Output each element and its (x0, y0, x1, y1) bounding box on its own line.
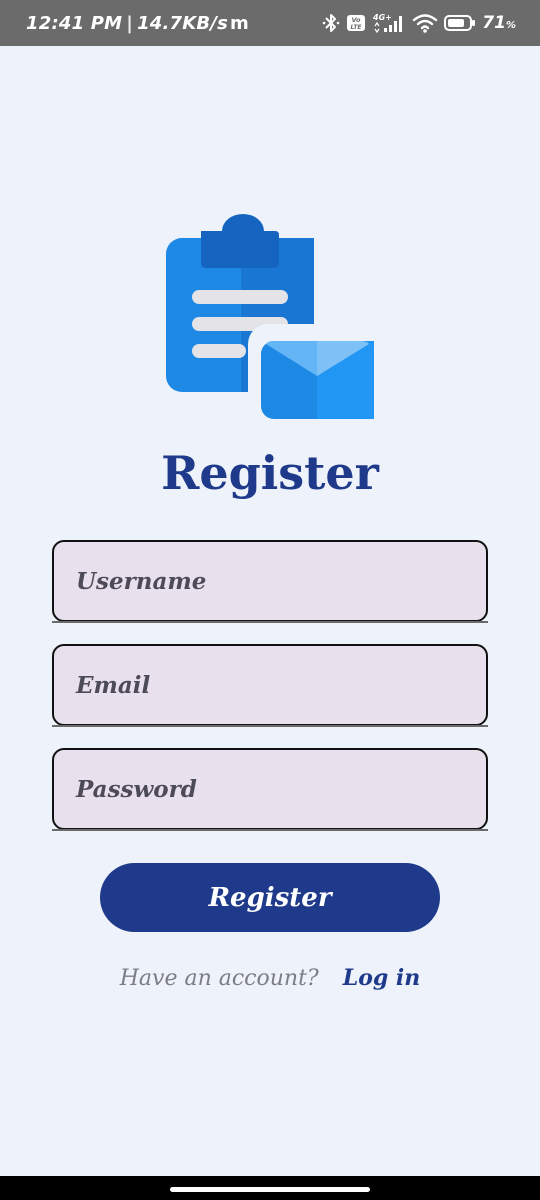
password-underline (52, 829, 488, 831)
status-right: Vo LTE 4G+ 71% (322, 12, 516, 34)
volte-label-bottom: LTE (351, 24, 363, 31)
clipboard-envelope-icon (166, 214, 375, 421)
battery-percentage: 71% (482, 13, 516, 33)
password-placeholder: Password (76, 775, 197, 803)
clipboard-line-1 (192, 290, 288, 304)
volte-label-top: Vo (352, 16, 362, 24)
clipboard-clip (201, 214, 279, 268)
home-gesture-handle[interactable] (170, 1187, 370, 1192)
clipboard-line-3 (192, 344, 246, 358)
account-prompt: Have an account? Log in (0, 960, 540, 997)
status-bar: 12:41 PM | 14.7KB/s m Vo LTE 4G+ 71% (0, 0, 540, 46)
battery-icon (444, 15, 476, 31)
battery-unit: % (505, 20, 516, 31)
bluetooth-icon (322, 14, 340, 32)
envelope-edge (361, 341, 374, 419)
username-placeholder: Username (76, 567, 207, 595)
page-title: Register (161, 446, 379, 500)
account-question: Have an account? (119, 966, 319, 991)
status-separator: | (126, 12, 134, 34)
signal-icon: 4G+ (372, 13, 403, 34)
username-field[interactable]: Username (52, 540, 488, 622)
email-underline (52, 725, 488, 727)
password-field[interactable]: Password (52, 748, 488, 830)
battery-value: 71 (482, 13, 506, 33)
status-left: 12:41 PM | 14.7KB/s m (26, 13, 249, 34)
status-time: 12:41 PM (26, 12, 123, 34)
wifi-icon (413, 14, 438, 33)
login-link[interactable]: Log in (343, 965, 421, 991)
username-underline (52, 621, 488, 623)
volte-icon: Vo LTE (347, 15, 366, 31)
network-type-label: 4G+ (372, 13, 392, 22)
register-button-label: Register (208, 882, 332, 913)
register-button[interactable]: Register (100, 863, 440, 932)
email-placeholder: Email (76, 671, 151, 699)
email-field[interactable]: Email (52, 644, 488, 726)
network-speed: 14.7KB/s (137, 12, 229, 34)
app-notification-icon: m (230, 12, 249, 34)
